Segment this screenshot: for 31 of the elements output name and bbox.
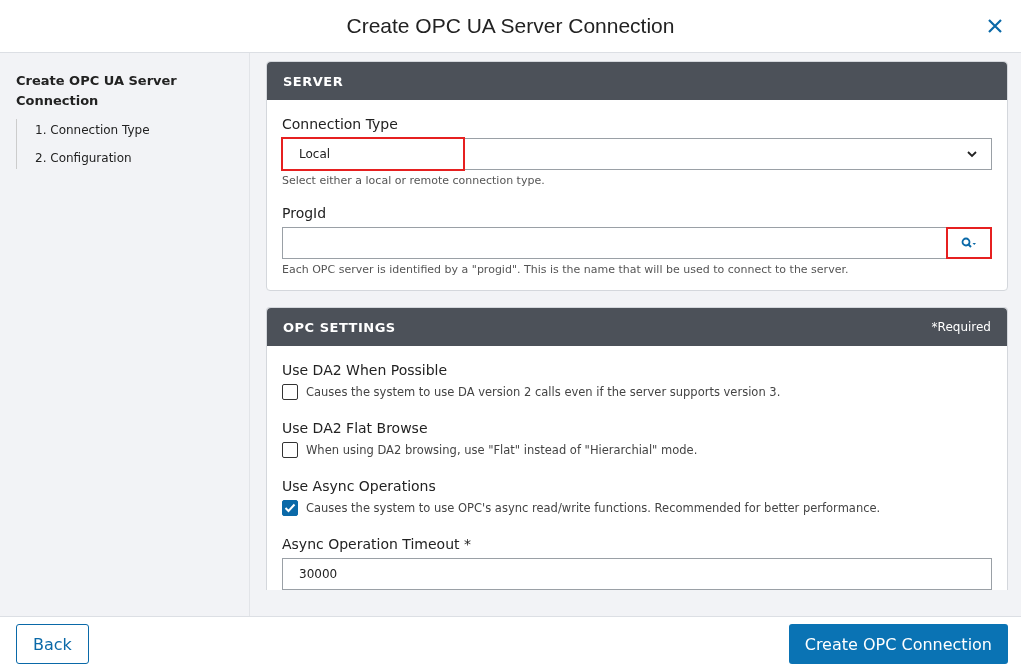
step-link[interactable]: 2. Configuration bbox=[35, 151, 233, 165]
dialog-title: Create OPC UA Server Connection bbox=[346, 14, 675, 38]
help-text: Select either a local or remote connection type. bbox=[282, 174, 546, 187]
option-label: Use Async Operations bbox=[282, 478, 437, 494]
checkbox[interactable] bbox=[282, 442, 298, 458]
timeout-input[interactable]: 30000 bbox=[282, 558, 992, 590]
checkbox[interactable] bbox=[282, 384, 298, 400]
field-label: ProgId bbox=[282, 205, 328, 221]
option-label: Use DA2 Flat Browse bbox=[282, 420, 429, 436]
option-description: Causes the system to use OPC's async read/write functions. Recommended for better performance. bbox=[306, 501, 881, 515]
checkbox[interactable] bbox=[282, 500, 298, 516]
create-connection-button[interactable]: Create OPC Connection bbox=[788, 624, 1008, 664]
chevron-down-icon bbox=[967, 150, 977, 158]
panel-heading: SERVER bbox=[283, 73, 344, 89]
help-text: Each OPC server is identified by a "progid". This is the name that will be used to connect to the server. bbox=[282, 263, 850, 276]
option-description: Causes the system to use DA version 2 calls even if the server supports version 3. bbox=[306, 385, 781, 399]
sidebar-title: Create OPC UA Server Connection bbox=[16, 72, 178, 110]
connection-type-select[interactable]: Local bbox=[282, 138, 992, 170]
panel-heading: OPC SETTINGS bbox=[283, 319, 396, 335]
option-description: When using DA2 browsing, use "Flat" instead of "Hierarchial" mode. bbox=[306, 443, 698, 457]
step-link[interactable]: 1. Connection Type bbox=[35, 123, 233, 137]
select-value: Local bbox=[299, 147, 331, 161]
back-button[interactable]: Back bbox=[16, 624, 89, 664]
field-label: Connection Type bbox=[282, 116, 399, 132]
search-button[interactable] bbox=[946, 227, 992, 259]
close-icon[interactable] bbox=[987, 18, 1003, 34]
search-icon bbox=[961, 237, 977, 249]
required-note: *Required bbox=[931, 320, 991, 334]
option-label: Use DA2 When Possible bbox=[282, 362, 449, 378]
field-label: Async Operation Timeout * bbox=[282, 536, 472, 552]
progid-input[interactable] bbox=[282, 227, 946, 259]
